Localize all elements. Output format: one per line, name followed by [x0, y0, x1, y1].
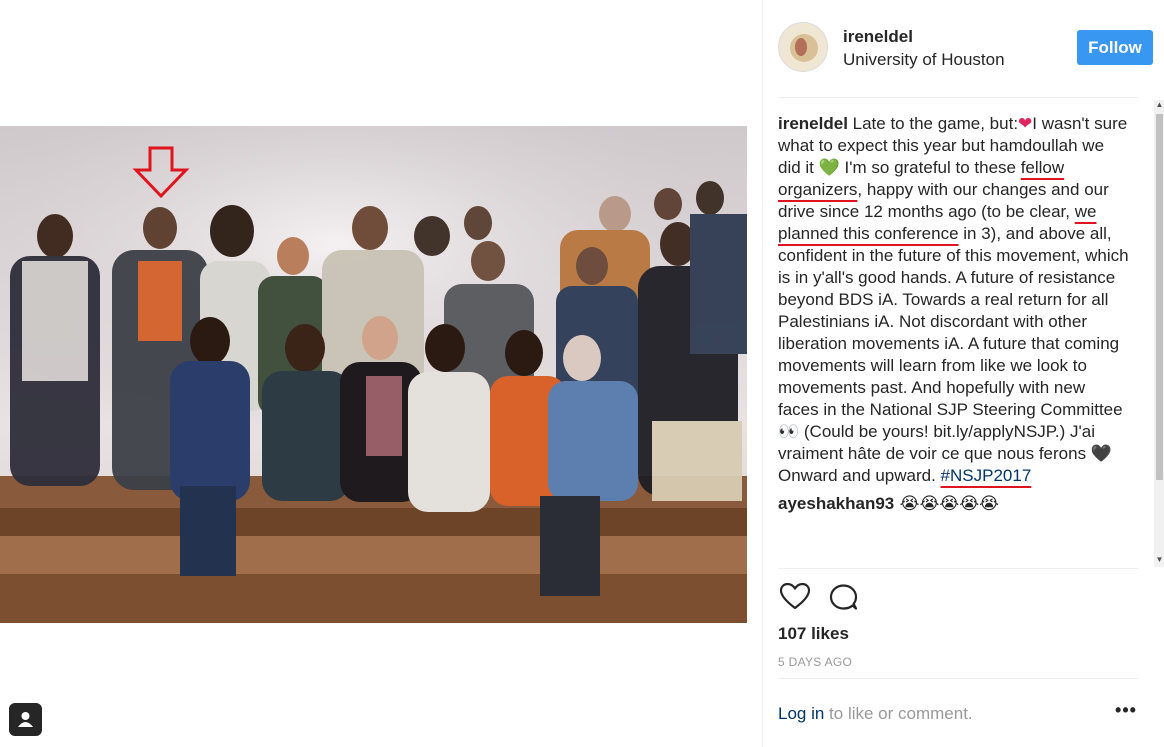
eyes-icon: 👀: [778, 422, 800, 442]
scroll-up-arrow-icon[interactable]: ▲: [1154, 100, 1164, 112]
red-heart-icon: ❤: [1018, 114, 1033, 134]
caption-text: I'm so grateful to these: [839, 158, 1021, 177]
login-suffix: to like or comment.: [824, 704, 973, 723]
caption-text: Late to the game, but:: [847, 114, 1019, 133]
username-link[interactable]: ireneldel: [843, 27, 913, 47]
post-header: ireneldel University of Houston Follow: [778, 22, 1153, 78]
divider: [778, 97, 1138, 98]
caption-text: Onward and upward.: [778, 466, 941, 485]
crying-face-icons: 😭😭😭😭😭: [894, 494, 999, 514]
photo-area: [0, 0, 762, 747]
group-photo-illustration: [0, 126, 747, 623]
comments-scrollbar[interactable]: ▲ ▼: [1154, 100, 1164, 567]
speech-bubble-icon[interactable]: [826, 580, 860, 614]
login-prompt: Log in to like or comment.: [778, 704, 973, 724]
scroll-thumb[interactable]: [1156, 114, 1163, 480]
user-tag-icon[interactable]: [9, 703, 42, 736]
caption-author-link[interactable]: ireneldel: [778, 114, 848, 133]
avatar[interactable]: [778, 22, 828, 72]
location-link[interactable]: University of Houston: [843, 50, 1005, 70]
follow-button[interactable]: Follow: [1077, 30, 1153, 65]
login-link[interactable]: Log in: [778, 704, 824, 723]
divider: [778, 678, 1138, 679]
comment-author-link[interactable]: ayeshakhan93: [778, 494, 894, 513]
comments-list: ireneldel Late to the game, but:❤I wasn'…: [778, 113, 1130, 568]
divider: [778, 568, 1138, 569]
heart-outline-icon[interactable]: [778, 580, 812, 614]
comment-item: ayeshakhan93 😭😭😭😭😭: [778, 493, 1130, 515]
scroll-down-arrow-icon[interactable]: ▼: [1154, 555, 1164, 567]
post-photo[interactable]: [0, 126, 747, 623]
caption-text: in 3), and above all, confident in the f…: [778, 224, 1129, 419]
more-options-icon[interactable]: •••: [1114, 700, 1138, 726]
black-heart-icon: 🖤: [1090, 444, 1112, 464]
post-timestamp[interactable]: 5 DAYS AGO: [778, 655, 852, 669]
hashtag-link[interactable]: #NSJP2017: [941, 466, 1032, 485]
caption-text: (Could be yours! bit.ly/applyNSJP.) J'ai…: [778, 422, 1096, 463]
caption-comment: ireneldel Late to the game, but:❤I wasn'…: [778, 113, 1130, 487]
likes-count[interactable]: 107 likes: [778, 624, 849, 644]
post-sidebar: ireneldel University of Houston Follow i…: [762, 0, 1164, 747]
green-heart-icon: 💚: [818, 158, 840, 178]
